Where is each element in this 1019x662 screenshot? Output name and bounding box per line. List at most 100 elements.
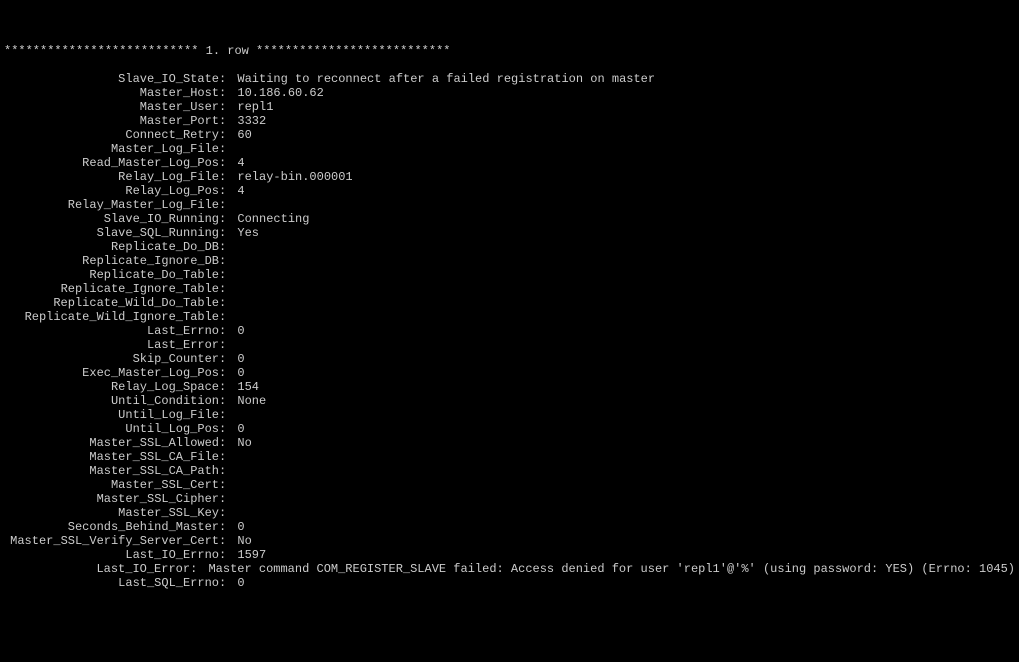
field-value: Master command COM_REGISTER_SLAVE failed…	[208, 562, 1015, 576]
status-row: Replicate_Wild_Ignore_Table:	[4, 310, 1015, 324]
field-label: Until_Log_Pos	[4, 422, 219, 436]
field-separator: :	[219, 240, 237, 254]
field-separator: :	[219, 142, 237, 156]
status-row: Master_SSL_Allowed: No	[4, 436, 1015, 450]
field-value: Waiting to reconnect after a failed regi…	[237, 72, 655, 86]
status-row: Last_SQL_Errno: 0	[4, 576, 1015, 590]
field-separator: :	[219, 212, 237, 226]
status-row: Relay_Log_Space: 154	[4, 380, 1015, 394]
field-separator: :	[219, 534, 237, 548]
field-separator: :	[219, 520, 237, 534]
status-row: Exec_Master_Log_Pos: 0	[4, 366, 1015, 380]
field-separator: :	[190, 562, 208, 576]
field-value: 4	[237, 184, 244, 198]
field-separator: :	[219, 226, 237, 240]
field-label: Read_Master_Log_Pos	[4, 156, 219, 170]
field-separator: :	[219, 408, 237, 422]
field-label: Replicate_Do_DB	[4, 240, 219, 254]
status-row: Master_Port: 3332	[4, 114, 1015, 128]
field-separator: :	[219, 548, 237, 562]
field-separator: :	[219, 156, 237, 170]
status-row: Master_SSL_CA_Path:	[4, 464, 1015, 478]
field-value: None	[237, 394, 266, 408]
field-value: 0	[237, 324, 244, 338]
status-row: Master_SSL_Cipher:	[4, 492, 1015, 506]
field-value: 10.186.60.62	[237, 86, 323, 100]
field-separator: :	[219, 366, 237, 380]
field-separator: :	[219, 506, 237, 520]
field-separator: :	[219, 394, 237, 408]
status-row: Master_SSL_Cert:	[4, 478, 1015, 492]
field-separator: :	[219, 422, 237, 436]
field-label: Slave_SQL_Running	[4, 226, 219, 240]
status-row: Replicate_Ignore_Table:	[4, 282, 1015, 296]
field-value: 0	[237, 352, 244, 366]
field-value: 0	[237, 520, 244, 534]
field-separator: :	[219, 352, 237, 366]
field-label: Slave_IO_State	[4, 72, 219, 86]
status-row: Last_Errno: 0	[4, 324, 1015, 338]
field-value: Yes	[237, 226, 259, 240]
field-label: Master_SSL_Cert	[4, 478, 219, 492]
field-separator: :	[219, 268, 237, 282]
field-value: 0	[237, 422, 244, 436]
field-value: 3332	[237, 114, 266, 128]
field-label: Replicate_Ignore_Table	[4, 282, 219, 296]
field-label: Relay_Master_Log_File	[4, 198, 219, 212]
field-label: Replicate_Wild_Do_Table	[4, 296, 219, 310]
field-label: Master_Host	[4, 86, 219, 100]
status-row: Master_SSL_CA_File:	[4, 450, 1015, 464]
field-label: Master_Port	[4, 114, 219, 128]
status-row: Master_Host: 10.186.60.62	[4, 86, 1015, 100]
status-row: Slave_SQL_Running: Yes	[4, 226, 1015, 240]
field-separator: :	[219, 478, 237, 492]
status-header: *************************** 1. row *****…	[4, 44, 1015, 58]
field-value: 4	[237, 156, 244, 170]
field-separator: :	[219, 198, 237, 212]
status-row: Connect_Retry: 60	[4, 128, 1015, 142]
field-value: No	[237, 534, 251, 548]
field-label: Master_Log_File	[4, 142, 219, 156]
field-label: Replicate_Ignore_DB	[4, 254, 219, 268]
field-label: Master_SSL_CA_Path	[4, 464, 219, 478]
status-row: Seconds_Behind_Master: 0	[4, 520, 1015, 534]
status-row: Master_User: repl1	[4, 100, 1015, 114]
field-label: Slave_IO_Running	[4, 212, 219, 226]
field-separator: :	[219, 100, 237, 114]
field-separator: :	[219, 338, 237, 352]
field-label: Last_IO_Errno	[4, 548, 219, 562]
field-label: Master_SSL_Cipher	[4, 492, 219, 506]
status-row: Replicate_Do_DB:	[4, 240, 1015, 254]
field-separator: :	[219, 464, 237, 478]
field-label: Exec_Master_Log_Pos	[4, 366, 219, 380]
status-row: Master_SSL_Key:	[4, 506, 1015, 520]
field-separator: :	[219, 324, 237, 338]
field-separator: :	[219, 114, 237, 128]
status-row: Until_Log_Pos: 0	[4, 422, 1015, 436]
field-value: Connecting	[237, 212, 309, 226]
field-separator: :	[219, 492, 237, 506]
status-row: Relay_Master_Log_File:	[4, 198, 1015, 212]
field-separator: :	[219, 436, 237, 450]
field-separator: :	[219, 254, 237, 268]
field-separator: :	[219, 310, 237, 324]
field-value: relay-bin.000001	[237, 170, 352, 184]
field-label: Connect_Retry	[4, 128, 219, 142]
status-row: Slave_IO_Running: Connecting	[4, 212, 1015, 226]
field-separator: :	[219, 86, 237, 100]
field-label: Master_SSL_Key	[4, 506, 219, 520]
status-row: Last_IO_Errno: 1597	[4, 548, 1015, 562]
field-label: Seconds_Behind_Master	[4, 520, 219, 534]
field-label: Last_IO_Error	[4, 562, 190, 576]
field-separator: :	[219, 282, 237, 296]
status-row: Read_Master_Log_Pos: 4	[4, 156, 1015, 170]
field-label: Master_SSL_CA_File	[4, 450, 219, 464]
field-value: 1597	[237, 548, 266, 562]
field-label: Last_SQL_Errno	[4, 576, 219, 590]
field-label: Relay_Log_Pos	[4, 184, 219, 198]
status-row: Until_Log_File:	[4, 408, 1015, 422]
field-label: Replicate_Do_Table	[4, 268, 219, 282]
status-row: Master_SSL_Verify_Server_Cert: No	[4, 534, 1015, 548]
status-row: Skip_Counter: 0	[4, 352, 1015, 366]
field-label: Last_Errno	[4, 324, 219, 338]
